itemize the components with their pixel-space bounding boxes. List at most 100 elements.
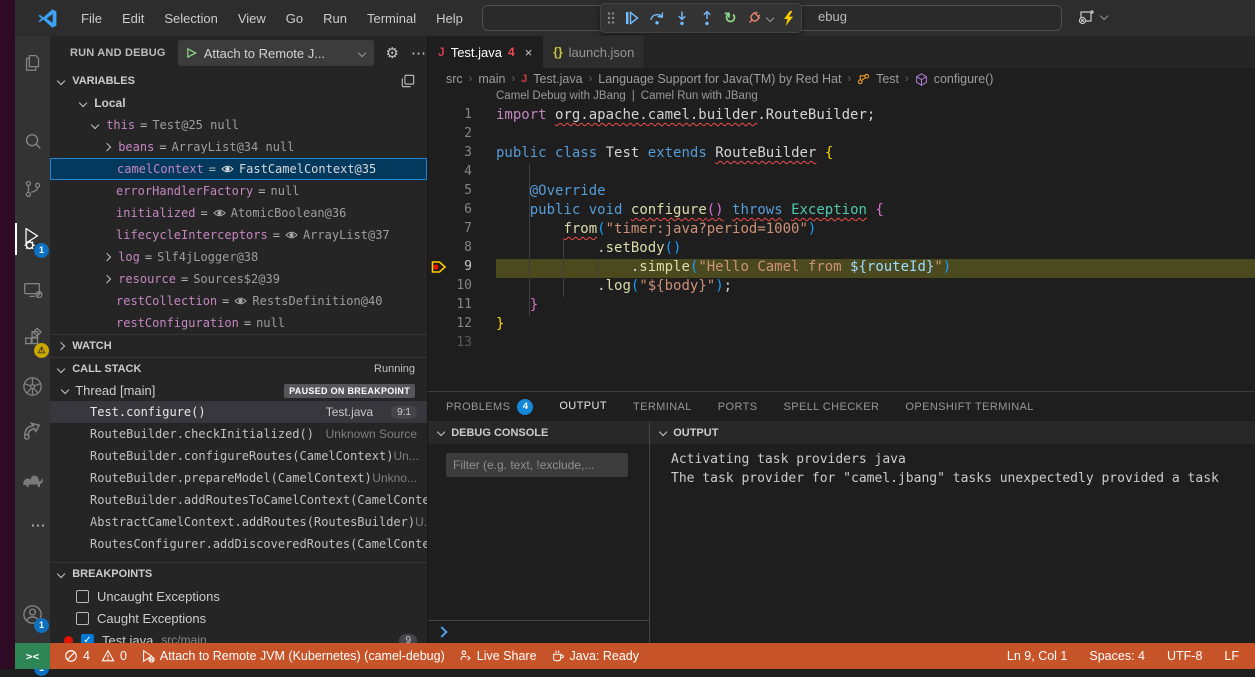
- hot-code-replace-icon[interactable]: [782, 11, 795, 26]
- line-number[interactable]: 3: [428, 145, 472, 164]
- explorer-icon[interactable]: [15, 42, 50, 82]
- checkbox-unchecked[interactable]: [76, 612, 89, 625]
- variables-section-header[interactable]: VARIABLES: [50, 70, 427, 92]
- run-and-debug-icon[interactable]: 1: [15, 219, 50, 259]
- variable-row-resource[interactable]: resource = Sources$2@39: [50, 268, 427, 290]
- close-icon[interactable]: ×: [525, 45, 533, 60]
- encoding-setting[interactable]: UTF-8: [1167, 649, 1202, 663]
- call-stack-section-header[interactable]: CALL STACK Running: [50, 357, 427, 380]
- output-header[interactable]: OUTPUT: [650, 421, 1255, 444]
- lazy-eval-eye-icon[interactable]: [213, 208, 226, 218]
- checkbox-unchecked[interactable]: [76, 590, 89, 603]
- variable-row-this[interactable]: this = Test@25 null: [50, 114, 427, 136]
- indentation-setting[interactable]: Spaces: 4: [1089, 649, 1145, 663]
- accounts-icon[interactable]: 1: [15, 594, 50, 634]
- thread-row[interactable]: Thread [main] PAUSED ON BREAKPOINT: [50, 380, 427, 401]
- variable-row-restconfiguration[interactable]: restConfiguration = null: [50, 312, 427, 334]
- remote-indicator[interactable]: ><: [15, 643, 50, 669]
- variable-row-restcollection[interactable]: restCollection = RestsDefinition@40: [50, 290, 427, 312]
- menu-item-help[interactable]: Help: [427, 7, 472, 30]
- tab-terminal[interactable]: TERMINAL: [633, 392, 692, 421]
- menu-item-run[interactable]: Run: [314, 7, 356, 30]
- chevron-down-icon[interactable]: [765, 14, 774, 23]
- debug-console-filter-input[interactable]: [446, 453, 628, 477]
- extensions-icon[interactable]: ⚠: [15, 319, 50, 359]
- stack-frame[interactable]: RouteBuilder.checkInitialized() Unknown …: [50, 423, 427, 445]
- breadcrumb-method[interactable]: configure(): [934, 72, 994, 86]
- stack-frame[interactable]: RouteBuilder.configureRoutes(CamelContex…: [50, 445, 427, 467]
- breadcrumb-src[interactable]: src: [446, 72, 463, 86]
- step-into-icon[interactable]: [674, 10, 690, 26]
- window-action[interactable]: [1078, 8, 1107, 25]
- line-number[interactable]: 10: [428, 278, 472, 297]
- menu-item-go[interactable]: Go: [277, 7, 312, 30]
- stack-frame[interactable]: RouteBuilder.prepareModel(CamelContext) …: [50, 467, 427, 489]
- line-number[interactable]: 2: [428, 126, 472, 145]
- breadcrumb-file[interactable]: Test.java: [533, 72, 582, 86]
- line-number[interactable]: 7: [428, 221, 472, 240]
- paused-breakpoint-gutter-icon[interactable]: [431, 260, 447, 274]
- step-out-icon[interactable]: [699, 10, 715, 26]
- tab-launchjson[interactable]: {} launch.json: [543, 36, 645, 68]
- breadcrumb-main[interactable]: main: [478, 72, 505, 86]
- open-panes-icon[interactable]: [401, 74, 415, 88]
- source-control-icon[interactable]: [15, 169, 50, 209]
- stack-frame[interactable]: RoutesConfigurer.addDiscoveredRoutes(Cam…: [50, 533, 427, 555]
- live-share-status[interactable]: Live Share: [459, 649, 537, 663]
- drag-handle-icon[interactable]: [607, 11, 615, 25]
- watch-section-header[interactable]: WATCH: [50, 334, 427, 357]
- java-status[interactable]: Java: Ready: [551, 649, 639, 663]
- more-actions-icon[interactable]: ⋯: [15, 505, 50, 545]
- stack-frame[interactable]: Test.configure() Test.java 9:1: [50, 401, 427, 423]
- menu-item-terminal[interactable]: Terminal: [358, 7, 425, 30]
- cursor-position[interactable]: Ln 9, Col 1: [1007, 649, 1067, 663]
- debug-console-header[interactable]: DEBUG CONSOLE: [428, 421, 649, 444]
- launch-settings-gear-icon[interactable]: ⚙: [386, 44, 399, 62]
- menu-item-view[interactable]: View: [229, 7, 275, 30]
- variable-row-camelcontext[interactable]: camelContext = FastCamelContext@35: [50, 158, 427, 180]
- stack-frame[interactable]: RouteBuilder.addRoutesToCamelContext(Cam…: [50, 489, 427, 511]
- tab-ports[interactable]: PORTS: [718, 392, 758, 421]
- disconnect-icon[interactable]: [746, 10, 762, 26]
- breakpoint-row-uncaught[interactable]: Uncaught Exceptions: [50, 585, 427, 607]
- line-number[interactable]: 5: [428, 183, 472, 202]
- tab-testjava[interactable]: J Test.java 4 ×: [428, 36, 543, 68]
- openshift-icon[interactable]: [15, 411, 50, 451]
- breakpoints-section-header[interactable]: BREAKPOINTS: [50, 562, 427, 585]
- line-number[interactable]: 12: [428, 316, 472, 335]
- menu-item-file[interactable]: File: [72, 7, 111, 30]
- debug-session-status[interactable]: Attach to Remote JVM (Kubernetes) (camel…: [141, 649, 445, 663]
- line-number[interactable]: 13: [428, 335, 472, 354]
- eol-setting[interactable]: LF: [1224, 649, 1239, 663]
- stack-frame[interactable]: AbstractCamelContext.addRoutes(RoutesBui…: [50, 511, 427, 533]
- lazy-eval-eye-icon[interactable]: [221, 164, 234, 174]
- breakpoint-row-caught[interactable]: Caught Exceptions: [50, 607, 427, 629]
- lazy-eval-eye-icon[interactable]: [285, 230, 298, 240]
- variable-row-errorhandlerfactory[interactable]: errorHandlerFactory = null: [50, 180, 427, 202]
- line-number[interactable]: 8: [428, 240, 472, 259]
- line-number[interactable]: 1: [428, 107, 472, 126]
- codelens-camel-run-link[interactable]: Camel Run with JBang: [641, 90, 758, 105]
- menu-item-selection[interactable]: Selection: [155, 7, 226, 30]
- breadcrumb-class[interactable]: Test: [876, 72, 899, 86]
- tab-openshift-terminal[interactable]: OPENSHIFT TERMINAL: [905, 392, 1033, 421]
- checkbox-checked[interactable]: ✓: [81, 634, 94, 644]
- kubernetes-icon[interactable]: [15, 366, 50, 406]
- problems-status[interactable]: 4 0: [64, 649, 127, 663]
- line-number[interactable]: 4: [428, 164, 472, 183]
- line-number[interactable]: 6: [428, 202, 472, 221]
- debug-more-actions-icon[interactable]: ⋯: [411, 44, 427, 62]
- codelens-camel-debug-link[interactable]: Camel Debug with JBang: [496, 90, 626, 105]
- breakpoint-row-testjava[interactable]: ✓ Test.java src/main 9: [50, 629, 427, 643]
- lazy-eval-eye-icon[interactable]: [234, 296, 247, 306]
- step-over-icon[interactable]: [649, 10, 665, 26]
- line-number[interactable]: 11: [428, 297, 472, 316]
- search-icon[interactable]: [15, 122, 50, 162]
- tab-output[interactable]: OUTPUT: [559, 392, 607, 422]
- launch-config-dropdown[interactable]: Attach to Remote J...: [178, 40, 374, 66]
- tab-spell-checker[interactable]: SPELL CHECKER: [784, 392, 880, 421]
- variable-row-lifecycleinterceptors[interactable]: lifecycleInterceptors = ArrayList@37: [50, 224, 427, 246]
- camel-icon[interactable]: [15, 457, 50, 497]
- variable-row-beans[interactable]: beans = ArrayList@34 null: [50, 136, 427, 158]
- remote-explorer-icon[interactable]: [15, 270, 50, 310]
